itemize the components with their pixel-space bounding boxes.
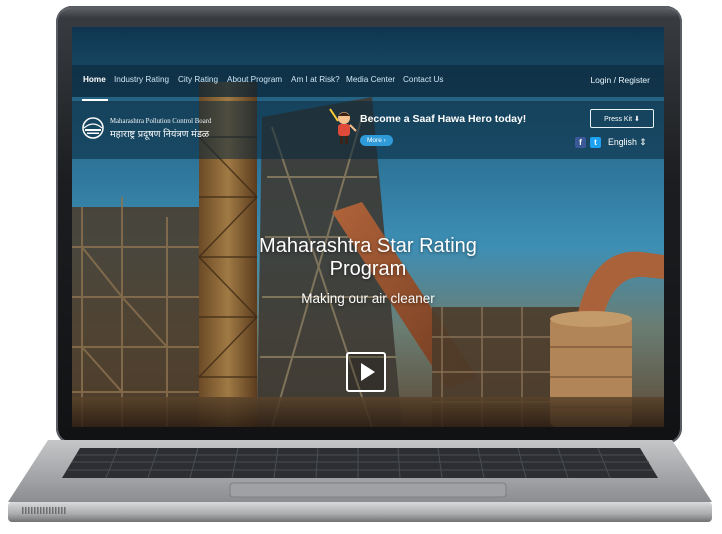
mascot-icon (329, 108, 357, 144)
laptop-base (8, 440, 712, 522)
laptop-mockup: Home Industry Rating City Rating About P… (0, 0, 722, 534)
nav-contact-us[interactable]: Contact Us (403, 75, 444, 84)
nav-city-rating[interactable]: City Rating (178, 75, 218, 84)
twitter-icon[interactable]: t (590, 137, 601, 148)
hero-title: Maharashtra Star Rating Program (259, 235, 477, 280)
lid-highlight (60, 8, 678, 18)
play-video-button[interactable] (346, 352, 386, 392)
nav-industry-rating[interactable]: Industry Rating (114, 75, 169, 84)
nav-about-program[interactable]: About Program (227, 75, 282, 84)
promo-title: Become a Saaf Hawa Hero today! (360, 113, 527, 125)
facebook-icon[interactable]: f (575, 137, 586, 148)
nav-am-i-at-risk[interactable]: Am I at Risk? (291, 75, 340, 84)
language-selector[interactable]: English ⇕ (608, 137, 647, 148)
play-icon (361, 363, 375, 381)
org-name-marathi: महाराष्ट्र प्रदूषण नियंत्रण मंडळ (110, 129, 210, 140)
laptop-screen: Home Industry Rating City Rating About P… (72, 27, 664, 427)
hero-subtitle: Making our air cleaner (301, 291, 435, 306)
press-kit-button[interactable]: Press Kit ⬇ (590, 109, 654, 128)
nav-home[interactable]: Home (83, 75, 106, 84)
more-button[interactable]: More › (360, 135, 393, 146)
login-register-link[interactable]: Login / Register (590, 75, 650, 85)
top-banner-band (72, 27, 664, 65)
org-name-english: Maharashtra Pollution Control Board (110, 118, 212, 125)
nav-media-center[interactable]: Media Center (346, 75, 395, 84)
logo-icon[interactable] (80, 117, 106, 139)
